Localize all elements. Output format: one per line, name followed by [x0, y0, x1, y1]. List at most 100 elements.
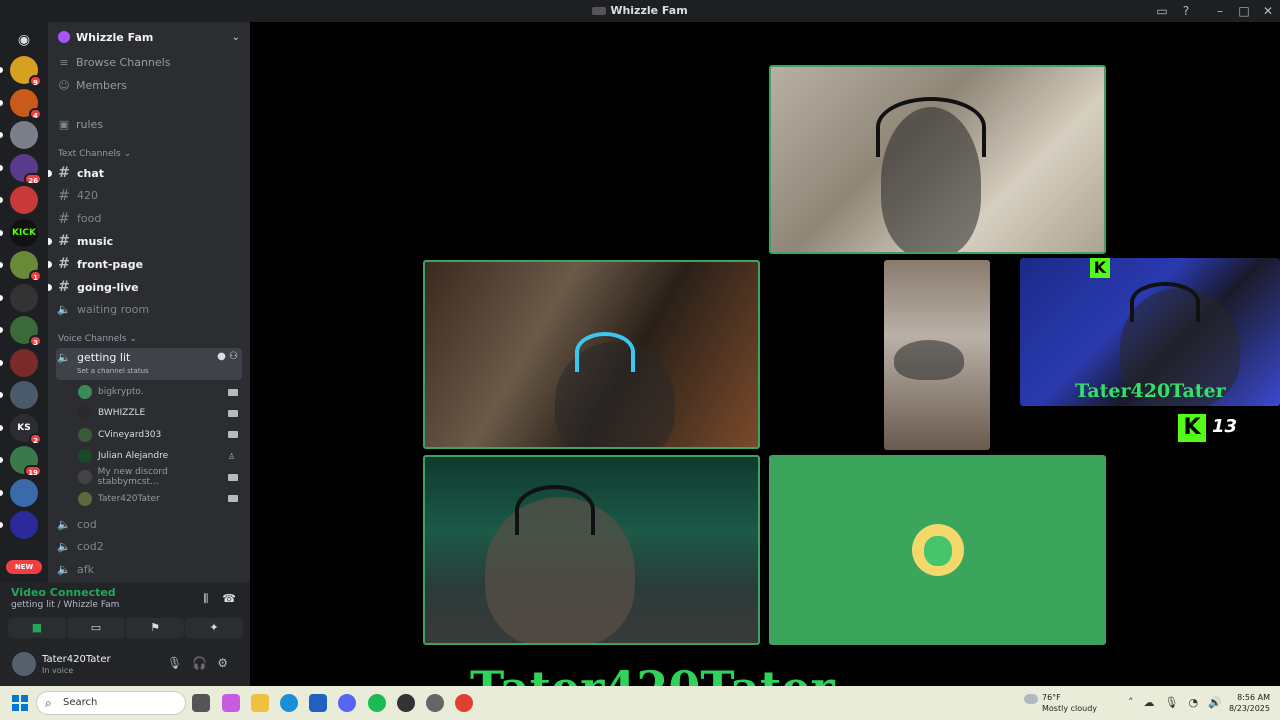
server-icon[interactable]: KICK [10, 218, 38, 247]
browse-channels[interactable]: ≡ Browse Channels [56, 52, 170, 72]
speaker-icon: 🔈 [57, 563, 71, 577]
server-icon[interactable]: 26 [10, 153, 42, 185]
members[interactable]: ☺ Members [56, 75, 127, 95]
rules-channel[interactable]: ▣ rules [56, 114, 103, 134]
edge-icon[interactable] [280, 694, 298, 712]
search-input[interactable]: ⌕ Search [36, 691, 186, 715]
new-badge[interactable]: NEW [6, 560, 42, 574]
inbox-icon[interactable]: ▭ [1150, 0, 1174, 22]
screen-share-button[interactable]: ▭ [67, 618, 125, 638]
activities-button[interactable]: ⚑ [126, 618, 184, 638]
voice-status[interactable]: Video Connected [11, 586, 116, 599]
server-icon[interactable]: 9 [10, 56, 42, 87]
weather-widget[interactable]: 76°F Mostly cloudy [1024, 692, 1097, 714]
text-channel[interactable]: #420 [56, 186, 242, 206]
voice-user[interactable]: CVineyard303 [78, 425, 244, 445]
store-icon[interactable] [309, 694, 327, 712]
headphones-icon[interactable]: 🎧 [192, 656, 217, 670]
kick-number: 13 [1212, 416, 1238, 437]
steam-icon[interactable] [426, 694, 444, 712]
avatar[interactable] [12, 652, 36, 676]
text-channels-category[interactable]: Text Channels ⌄ [58, 149, 131, 159]
stream-overlay-tile[interactable]: K Tater420Tater [1020, 258, 1280, 406]
spotify-icon[interactable] [368, 694, 386, 712]
voice-channel-getting-lit[interactable]: 🔈 getting lit ● ⚇ Set a channel status [56, 348, 242, 380]
unread-indicator [48, 238, 52, 246]
minimize-button[interactable]: – [1208, 0, 1232, 22]
video-tile-avatar[interactable] [769, 455, 1106, 645]
task-view-icon[interactable] [192, 694, 210, 712]
clock[interactable]: 8:56 AM 8/23/2025 [1229, 692, 1270, 714]
app-icon[interactable] [397, 694, 415, 712]
voice-user[interactable]: Julian Alejandre ♙ [78, 446, 244, 466]
file-explorer-icon[interactable] [251, 694, 269, 712]
taskbar: ⌕ Search 76°F Mostly cloudy ˄☁🎙◔🔊 8:56 AM… [0, 686, 1280, 720]
voice-user[interactable]: bigkrypto. [78, 382, 244, 402]
server-icon[interactable] [10, 121, 38, 149]
close-button[interactable]: ✕ [1256, 0, 1280, 22]
help-icon[interactable]: ? [1174, 0, 1198, 22]
voice-location[interactable]: getting lit / Whizzle Fam [11, 600, 119, 610]
chat-icon[interactable]: ● ⚇ [217, 351, 238, 362]
wifi-icon[interactable]: ◔ [1188, 696, 1208, 709]
avatar [912, 524, 964, 576]
hash-icon: # [58, 233, 70, 250]
mention-badge: 19 [24, 465, 42, 477]
text-channel[interactable]: # chat [48, 163, 242, 183]
server-icon[interactable] [10, 381, 38, 409]
voice-user[interactable]: My new discord stabbymcst... [78, 467, 244, 487]
guild-header[interactable]: Whizzle Fam ⌄ [48, 22, 250, 52]
kick-logo: K [1090, 258, 1110, 278]
signal-icon[interactable]: ⫼ [203, 592, 208, 605]
hash-icon: # [58, 187, 70, 204]
server-icon[interactable] [10, 348, 38, 377]
text-channel[interactable]: # going-live [48, 277, 242, 297]
unread-indicator [48, 170, 52, 177]
gear-icon[interactable]: ⚙ [217, 656, 238, 670]
text-channel[interactable]: # music [48, 231, 242, 251]
avatar [78, 385, 92, 399]
microphone-icon[interactable]: 🎙 [167, 656, 192, 670]
server-icon[interactable]: 19 [10, 446, 42, 477]
maximize-button[interactable]: □ [1232, 0, 1256, 22]
unread-indicator [0, 229, 3, 236]
voice-user[interactable]: Tater420Tater [78, 489, 244, 509]
cloud-sync-icon[interactable]: ☁ [1144, 696, 1165, 709]
channel-status[interactable]: Set a channel status [77, 367, 149, 375]
windows-start-icon[interactable] [12, 695, 28, 711]
server-icon[interactable]: 1 [10, 251, 42, 282]
voice-channel[interactable]: 🔈 afk [56, 560, 242, 580]
video-tile-3[interactable] [884, 260, 990, 450]
voice-user[interactable]: BWHIZZLE [78, 403, 244, 423]
video-tile-1[interactable] [769, 65, 1106, 254]
chrome-icon[interactable] [455, 694, 473, 712]
server-icon[interactable] [10, 186, 38, 214]
text-channel[interactable]: # front-page [48, 254, 242, 274]
text-channel[interactable]: 🔈 waiting room [56, 300, 242, 320]
overlay-name: Tater420Tater [1075, 380, 1226, 402]
video-tile-2[interactable] [423, 260, 760, 449]
soundboard-button[interactable]: ✦ [185, 618, 243, 638]
camera-icon [228, 495, 238, 502]
video-tile-5[interactable] [423, 455, 760, 645]
chevron-up-icon[interactable]: ˄ [1128, 696, 1144, 709]
camera-button[interactable]: ■ [8, 618, 66, 638]
server-icon[interactable] [10, 478, 38, 507]
voice-channels-category[interactable]: Voice Channels ⌄ [58, 334, 137, 344]
server-icon[interactable]: 4 [10, 88, 42, 120]
voice-channel[interactable]: 🔈 cod [56, 514, 242, 534]
server-icon[interactable]: 3 [10, 316, 42, 347]
copilot-icon[interactable] [222, 694, 240, 712]
microphone-icon[interactable]: 🎙 [1165, 696, 1189, 709]
server-icon[interactable] [10, 283, 38, 312]
server-icon[interactable]: KS 2 [10, 413, 42, 445]
disconnect-icon[interactable]: ☎ [222, 592, 236, 605]
voice-channel[interactable]: 🔈 cod2 [56, 537, 242, 557]
text-channel[interactable]: # food [56, 209, 242, 229]
cloud-icon [1024, 694, 1038, 704]
discord-icon[interactable] [338, 694, 356, 712]
unread-indicator [0, 164, 3, 171]
unread-indicator [0, 197, 3, 203]
server-icon[interactable] [10, 511, 38, 539]
discord-home-icon[interactable]: ◉ [10, 26, 38, 54]
